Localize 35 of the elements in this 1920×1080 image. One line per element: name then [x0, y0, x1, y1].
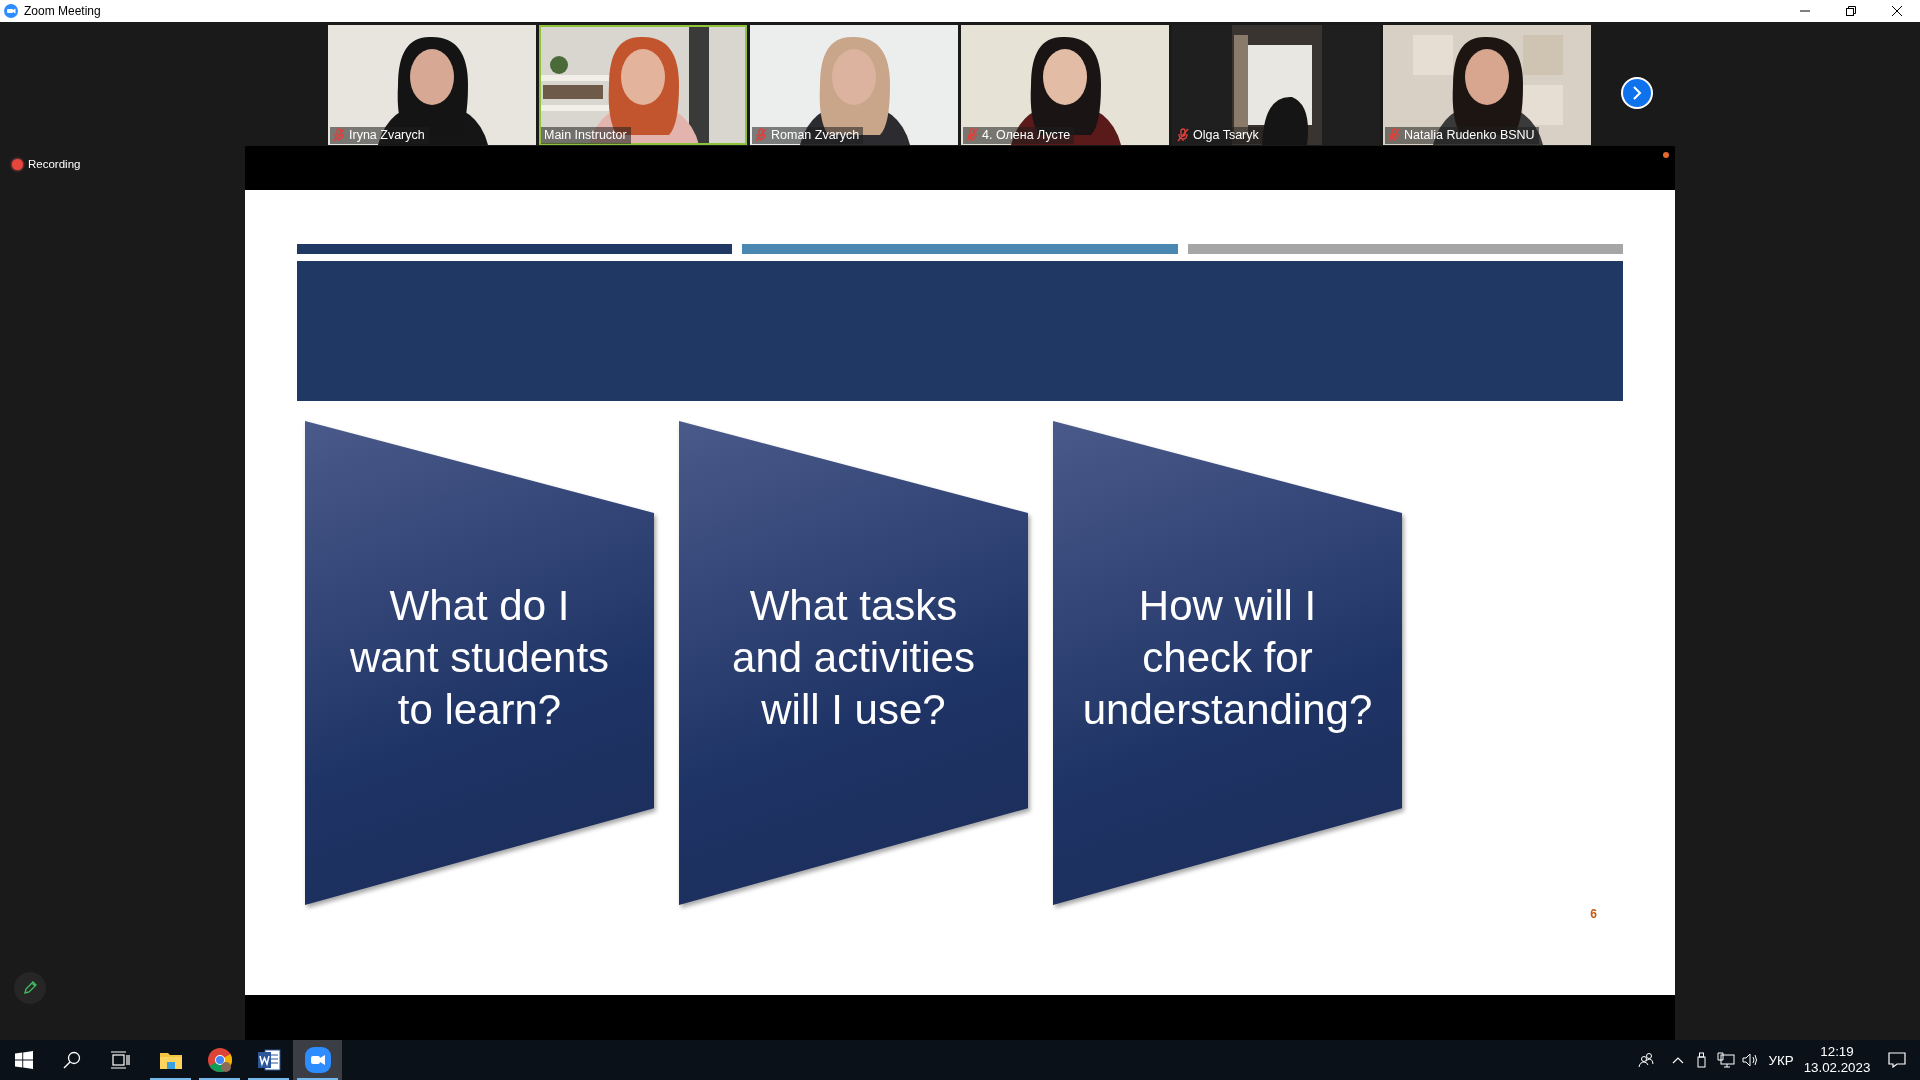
document-app-icon: [256, 1048, 281, 1072]
participant-name: Olga Tsaryk: [1193, 128, 1259, 142]
close-icon: [1892, 6, 1902, 16]
annotate-button[interactable]: [14, 972, 46, 1004]
browser-icon: [206, 1047, 233, 1073]
participant-name: 4. Олена Лусте: [982, 128, 1071, 142]
language-indicator[interactable]: УКР: [1762, 1040, 1800, 1080]
slide-question: How will I check for understanding?: [1082, 581, 1373, 735]
video-app-icon: [304, 1047, 331, 1073]
search-icon: [63, 1051, 81, 1069]
slide-question: What tasks and activities will I use?: [732, 581, 975, 735]
recording-icon: [12, 158, 23, 170]
muted-microphone-icon: [755, 128, 767, 142]
muted-microphone-icon: [1177, 128, 1189, 142]
participant-name: Natalia Rudenko BSNU: [1404, 128, 1535, 142]
clock[interactable]: 12:19 13.02.2023: [1800, 1040, 1874, 1080]
slide-question: What do I want students to learn?: [349, 581, 610, 735]
recording-label: Recording: [28, 158, 81, 170]
task-view-icon: [110, 1051, 130, 1069]
slide-number: 6: [1590, 907, 1597, 921]
app-logo-icon: [4, 4, 18, 18]
muted-microphone-icon: [333, 128, 345, 142]
participant-name: Iryna Zvarych: [349, 128, 425, 142]
restore-icon: [1846, 6, 1856, 16]
folder-icon: [158, 1050, 183, 1070]
participant-name: Main Instructor: [544, 128, 627, 142]
status-dot: [1663, 152, 1669, 158]
muted-microphone-icon: [966, 128, 978, 142]
chevron-right-icon: [1631, 86, 1643, 100]
window-title: Zoom Meeting: [24, 4, 102, 18]
next-page-button[interactable]: [1621, 77, 1653, 109]
windows-logo-icon: [15, 1051, 33, 1069]
pencil-icon: [22, 980, 38, 996]
taskbar-app-button[interactable]: [293, 1040, 342, 1080]
muted-microphone-icon: [1388, 128, 1400, 142]
